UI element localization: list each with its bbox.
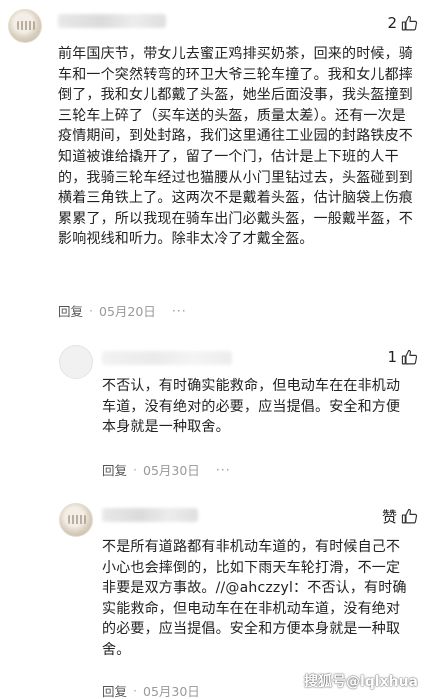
like-label: 赞 <box>381 508 397 526</box>
thumbs-up-icon <box>401 349 418 364</box>
avatar[interactable] <box>8 9 42 43</box>
like-button[interactable]: 1 <box>387 348 418 366</box>
separator-dot: · <box>133 462 137 477</box>
reply-button[interactable]: 回复 <box>102 681 127 699</box>
avatar[interactable] <box>59 345 93 379</box>
comment-date: 05月20日 <box>99 304 156 319</box>
separator-dot: · <box>133 683 137 698</box>
comment-date: 05月30日 <box>143 463 200 478</box>
thumbs-up-icon <box>401 15 418 30</box>
comment-meta: 回复 · 05月30日 <box>102 681 200 699</box>
username-blurred[interactable] <box>102 508 198 522</box>
username-blurred[interactable] <box>102 351 232 365</box>
watermark: 搜狐号@lqlxhua <box>303 674 418 690</box>
comment-meta: 回复 · 05月20日 ··· <box>58 301 187 320</box>
like-button[interactable]: 赞 <box>382 506 418 527</box>
more-options-icon[interactable]: ··· <box>172 303 187 318</box>
reply-button[interactable]: 回复 <box>102 460 127 479</box>
separator-dot: · <box>89 303 93 318</box>
reply-button[interactable]: 回复 <box>58 301 83 320</box>
comment-meta: 回复 · 05月30日 ··· <box>102 460 231 479</box>
more-options-icon[interactable]: ··· <box>216 462 231 477</box>
comment-date: 05月30日 <box>143 684 200 699</box>
avatar[interactable] <box>59 503 93 537</box>
like-count: 1 <box>387 348 397 366</box>
like-button[interactable]: 2 <box>387 14 418 32</box>
thumbs-up-icon <box>401 508 418 524</box>
comment-text: 不否认，有时确实能救命，但电动车在在非机动车道，没有绝对的必要，应当提倡。安全和… <box>102 378 401 436</box>
comment-text: 不是所有道路都有非机动车道的，有时候自己不小心也会摔倒的，比如下雨天车轮打滑，不… <box>102 539 407 658</box>
username-blurred[interactable] <box>58 14 166 28</box>
like-count: 2 <box>387 14 397 32</box>
comment-text: 前年国庆节，带女儿去蜜正鸡排买奶茶，回来的时候，骑车和一个突然转弯的环卫大爷三轮… <box>58 46 413 248</box>
